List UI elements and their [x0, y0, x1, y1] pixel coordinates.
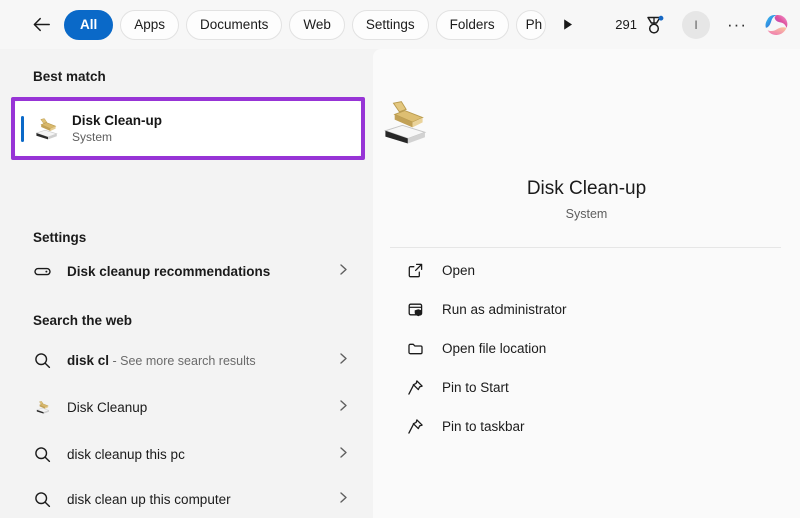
tab-settings[interactable]: Settings — [351, 9, 429, 40]
avatar-initial: I — [694, 17, 698, 32]
search-icon — [33, 490, 52, 509]
action-open-file-location[interactable]: Open file location — [373, 332, 800, 365]
ellipsis-icon: ··· — [727, 14, 747, 34]
toolbar-right-cluster: 291 I ··· — [615, 0, 792, 49]
ellipsis-menu-button[interactable]: ··· — [724, 12, 750, 38]
copilot-icon — [765, 14, 788, 35]
back-arrow-icon — [33, 17, 50, 32]
back-button[interactable] — [26, 10, 56, 40]
disk-cleanup-icon — [33, 398, 52, 417]
search-toolbar: All Apps Documents Web Settings Folders … — [0, 0, 800, 49]
app-preview-panel: Disk Clean-up System Open Run as adminis… — [373, 49, 800, 518]
result-label: Disk Cleanup — [67, 400, 148, 415]
web-result-disk-clean-up-this-computer[interactable]: disk clean up this computer — [0, 479, 373, 518]
action-run-as-administrator[interactable]: Run as administrator — [373, 293, 800, 326]
rewards-points: 291 — [615, 17, 637, 32]
chevron-right-icon — [338, 446, 349, 464]
play-triangle-icon — [564, 19, 573, 30]
action-label: Open file location — [442, 341, 547, 356]
tab-documents[interactable]: Documents — [186, 9, 283, 40]
folder-icon — [406, 340, 424, 358]
tab-folders[interactable]: Folders — [435, 9, 509, 40]
chevron-right-icon — [338, 263, 349, 281]
action-pin-to-start[interactable]: Pin to Start — [373, 371, 800, 404]
search-icon — [33, 445, 52, 464]
highlight-annotation — [11, 97, 365, 160]
preview-app-subtitle: System — [565, 207, 608, 221]
pin-icon — [406, 379, 424, 397]
action-pin-to-taskbar[interactable]: Pin to taskbar — [373, 410, 800, 443]
copilot-button[interactable] — [762, 10, 792, 40]
action-label: Pin to Start — [442, 380, 509, 395]
disk-cleanup-icon — [383, 101, 427, 144]
result-label: disk cl - See more search results — [67, 353, 256, 368]
action-label: Pin to taskbar — [442, 419, 525, 434]
chevron-right-icon — [338, 399, 349, 417]
storage-capsule-icon — [33, 262, 52, 281]
divider — [390, 247, 781, 248]
tab-apps[interactable]: Apps — [120, 9, 180, 40]
web-result-disk-cleanup-app[interactable]: Disk Cleanup — [0, 387, 373, 428]
preview-app-title: Disk Clean-up — [526, 178, 647, 199]
web-result-see-more[interactable]: disk cl - See more search results — [0, 340, 373, 381]
result-label: Disk cleanup recommendations — [67, 264, 271, 279]
result-label: disk clean up this computer — [67, 492, 231, 507]
filter-tabs: All Apps Documents Web Settings Folders … — [64, 9, 553, 40]
more-tabs-button[interactable] — [555, 12, 581, 38]
tab-all[interactable]: All — [64, 9, 114, 40]
search-results-panel: Best match Disk Clean-up System Settings… — [0, 49, 373, 518]
shield-window-icon — [406, 301, 424, 319]
web-result-disk-cleanup-this-pc[interactable]: disk cleanup this pc — [0, 434, 373, 475]
action-label: Open — [442, 263, 476, 278]
open-external-icon — [406, 262, 424, 280]
chevron-right-icon — [338, 352, 349, 370]
action-open[interactable]: Open — [373, 254, 800, 287]
search-icon — [33, 351, 52, 370]
tab-web[interactable]: Web — [289, 9, 345, 40]
avatar[interactable]: I — [682, 10, 710, 39]
best-match-heading: Best match — [33, 69, 106, 84]
action-label: Run as administrator — [442, 302, 567, 317]
pin-icon — [406, 418, 424, 436]
tab-photos[interactable]: Ph — [515, 9, 546, 40]
chevron-right-icon — [338, 491, 349, 509]
result-disk-cleanup-recommendations[interactable]: Disk cleanup recommendations — [0, 251, 373, 292]
settings-heading: Settings — [33, 230, 87, 245]
result-label: disk cleanup this pc — [67, 447, 185, 462]
search-the-web-heading: Search the web — [33, 313, 133, 328]
rewards-medal-icon[interactable] — [642, 13, 666, 37]
